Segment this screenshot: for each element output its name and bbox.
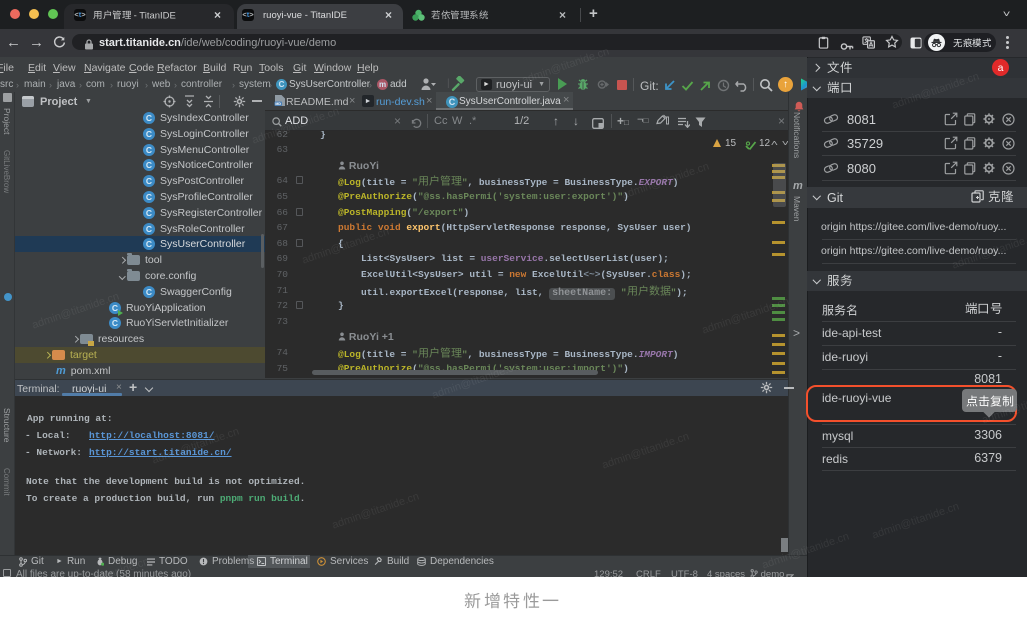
svg-text:MD: MD bbox=[275, 102, 281, 106]
